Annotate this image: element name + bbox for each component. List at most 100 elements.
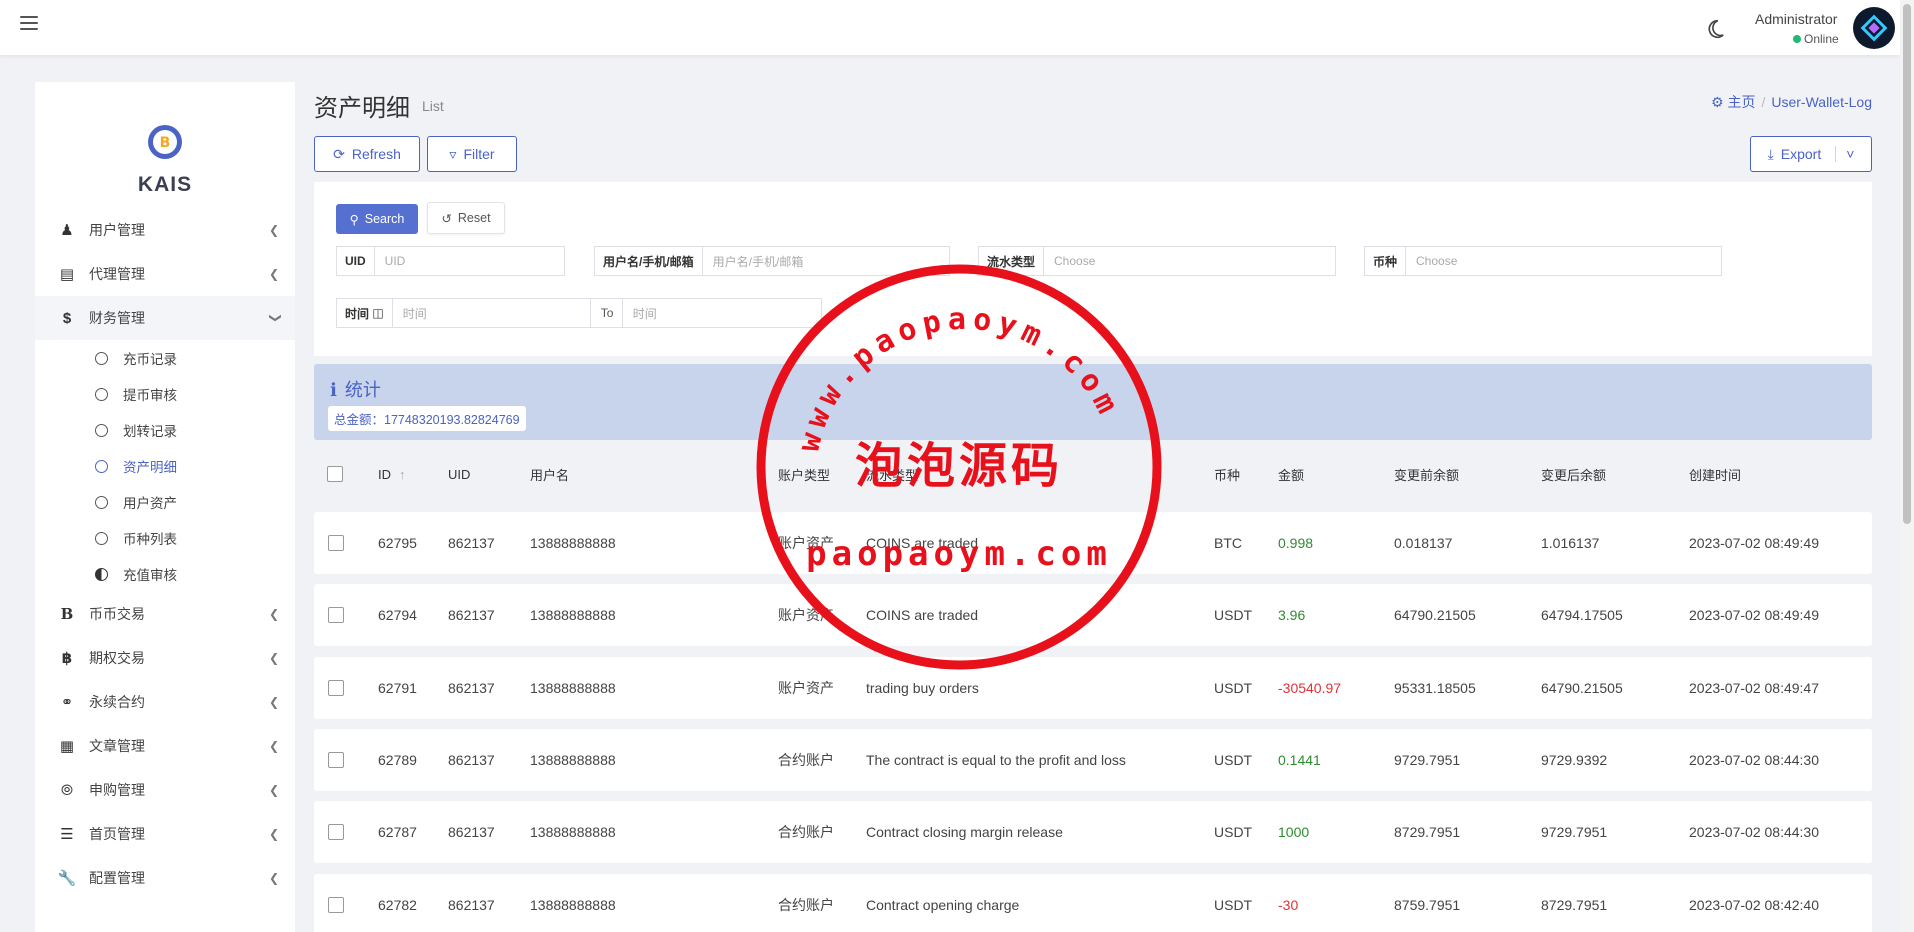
subitem-label: 资产明细: [123, 460, 177, 475]
sidebar-item-homepage[interactable]: ☰ 首页管理 ❮: [35, 812, 295, 856]
sidebar-subitem-deposit-records[interactable]: 充币记录: [35, 340, 295, 376]
row-checkbox[interactable]: [328, 752, 344, 768]
select-all-checkbox[interactable]: [327, 466, 343, 482]
brand-logo-area: B KAIS: [35, 82, 295, 208]
sidebar-item-label: 用户管理: [89, 222, 145, 238]
cell-username: 13888888888: [530, 607, 616, 623]
row-checkbox[interactable]: [328, 897, 344, 913]
subitem-label: 提币审核: [123, 388, 177, 403]
filter-label: Filter: [463, 146, 495, 162]
table-row[interactable]: 62794 862137 13888888888 账户资产 COINS are …: [314, 584, 1872, 646]
sort-arrow-icon[interactable]: ↑: [399, 467, 406, 482]
sidebar-subitem-transfer-records[interactable]: 划转记录: [35, 412, 295, 448]
row-checkbox-cell: [328, 801, 344, 863]
bitcoin-b-icon: B: [60, 605, 74, 623]
breadcrumb-separator: /: [1761, 94, 1766, 110]
cell-flow-type: COINS are traded: [866, 535, 979, 551]
circle-icon: [95, 495, 108, 509]
table-row[interactable]: 62795 862137 13888888888 账户资产 COINS are …: [314, 512, 1872, 574]
link-icon: ⚭: [60, 694, 74, 711]
subitem-label: 充值审核: [123, 568, 177, 583]
cell-flow-type: trading buy orders: [866, 680, 979, 696]
reset-button[interactable]: ↺ Reset: [427, 202, 505, 234]
cell-coin: USDT: [1214, 607, 1253, 623]
row-checkbox[interactable]: [328, 680, 344, 696]
coin-field: 币种 Choose: [1364, 246, 1722, 276]
breadcrumb-home[interactable]: 主页: [1727, 94, 1755, 110]
cell-id: 62795: [378, 535, 417, 551]
cell-id: 62789: [378, 752, 417, 768]
sidebar-item-label: 文章管理: [89, 738, 145, 754]
cell-id: 62787: [378, 824, 417, 840]
dollar-icon: $: [62, 309, 72, 327]
sidebar-item-options[interactable]: ฿ 期权交易 ❮: [35, 636, 295, 680]
scrollbar-thumb[interactable]: [1903, 4, 1911, 524]
sidebar-item-finance[interactable]: $ 财务管理 ❮: [35, 296, 295, 340]
search-icon: ⚲: [349, 212, 359, 227]
breadcrumb: ⚙ 主页 / User-Wallet-Log: [1711, 92, 1872, 112]
wrench-icon: 🔧: [57, 870, 77, 887]
table-row[interactable]: 62787 862137 13888888888 合约账户 Contract c…: [314, 801, 1872, 863]
user-tie-icon: ♟: [60, 222, 74, 239]
cell-amount: -30540.97: [1278, 680, 1342, 696]
statistics-title: ℹ 统计: [330, 376, 381, 402]
column-id[interactable]: ID ↑: [378, 452, 406, 496]
user-input[interactable]: 用户名/手机/邮箱: [703, 247, 949, 275]
cell-flow-type: The contract is equal to the profit and …: [866, 752, 1126, 768]
row-checkbox-cell: [328, 729, 344, 791]
sidebar-item-config[interactable]: 🔧 配置管理 ❮: [35, 856, 295, 900]
sidebar-subitem-user-assets[interactable]: 用户资产: [35, 484, 295, 520]
filter-button[interactable]: ▿ Filter: [427, 136, 517, 172]
sidebar-item-users[interactable]: ♟ 用户管理 ❮: [35, 208, 295, 252]
user-name[interactable]: Administrator: [1755, 11, 1837, 27]
export-button[interactable]: ⤓ Export ˅: [1750, 136, 1872, 172]
sidebar-menu: ♟ 用户管理 ❮ ▤ 代理管理 ❮ $ 财务管理 ❮ 充币记录 提币审核 划转记录 资产明细…: [35, 208, 295, 900]
statistics-panel: ℹ 统计 总金额：17748320193.82824769: [314, 364, 1872, 440]
refresh-button[interactable]: ⟳ Refresh: [314, 136, 420, 172]
coin-select[interactable]: Choose: [1406, 247, 1721, 275]
flow-type-select[interactable]: Choose: [1044, 247, 1335, 275]
table-row[interactable]: 62789 862137 13888888888 合约账户 The contra…: [314, 729, 1872, 791]
row-checkbox[interactable]: [328, 607, 344, 623]
menu-toggle-icon[interactable]: [20, 16, 38, 32]
select-all-checkbox-cell: [327, 452, 343, 496]
page-title: 资产明细: [314, 95, 410, 122]
sidebar-subitem-withdraw-review[interactable]: 提币审核: [35, 376, 295, 412]
sidebar-subitem-asset-details[interactable]: 资产明细: [35, 448, 295, 484]
row-checkbox[interactable]: [328, 535, 344, 551]
cell-uid: 862137: [448, 680, 495, 696]
sidebar-subitem-coin-list[interactable]: 币种列表: [35, 520, 295, 556]
page-scrollbar[interactable]: [1900, 0, 1914, 932]
sidebar-item-perpetual[interactable]: ⚭ 永续合约 ❮: [35, 680, 295, 724]
table-row[interactable]: 62791 862137 13888888888 账户资产 trading bu…: [314, 657, 1872, 719]
statistics-title-text: 统计: [344, 380, 381, 400]
circle-icon: [95, 423, 108, 437]
cell-balance-after: 8729.7951: [1541, 897, 1608, 913]
column-username: 用户名: [530, 467, 570, 483]
sidebar-item-articles[interactable]: ▦ 文章管理 ❮: [35, 724, 295, 768]
sidebar-item-agents[interactable]: ▤ 代理管理 ❮: [35, 252, 295, 296]
chevron-left-icon: ❮: [268, 651, 279, 665]
table-row[interactable]: 62782 862137 13888888888 合约账户 Contract o…: [314, 874, 1872, 932]
avatar[interactable]: [1853, 7, 1895, 49]
filter-icon: ▿: [449, 145, 457, 162]
cell-amount: -30: [1278, 897, 1299, 913]
time-end-input[interactable]: 时间: [623, 299, 821, 327]
cell-coin: USDT: [1214, 897, 1253, 913]
search-button[interactable]: ⚲ Search: [336, 204, 418, 234]
row-checkbox[interactable]: [328, 824, 344, 840]
id-card-icon: ▤: [59, 266, 75, 283]
sidebar-item-label: 永续合约: [89, 694, 145, 710]
sidebar-subitem-recharge-review[interactable]: 充值审核: [35, 556, 295, 592]
finance-submenu: 充币记录 提币审核 划转记录 资产明细 用户资产 币种列表 充值审核: [35, 340, 295, 592]
user-label: 用户名/手机/邮箱: [595, 247, 703, 275]
dark-mode-moon-icon[interactable]: [1704, 18, 1726, 40]
column-coin: 币种: [1214, 467, 1241, 483]
sidebar-item-spot-trading[interactable]: B 币币交易 ❮: [35, 592, 295, 636]
flow-type-label: 流水类型: [979, 247, 1045, 275]
time-start-input[interactable]: 时间: [393, 299, 591, 327]
half-circle-icon: [95, 567, 108, 581]
uid-input[interactable]: UID: [375, 247, 564, 275]
cell-account-type: 账户资产: [778, 680, 834, 696]
sidebar-item-subscription[interactable]: ⦾ 申购管理 ❮: [35, 768, 295, 812]
